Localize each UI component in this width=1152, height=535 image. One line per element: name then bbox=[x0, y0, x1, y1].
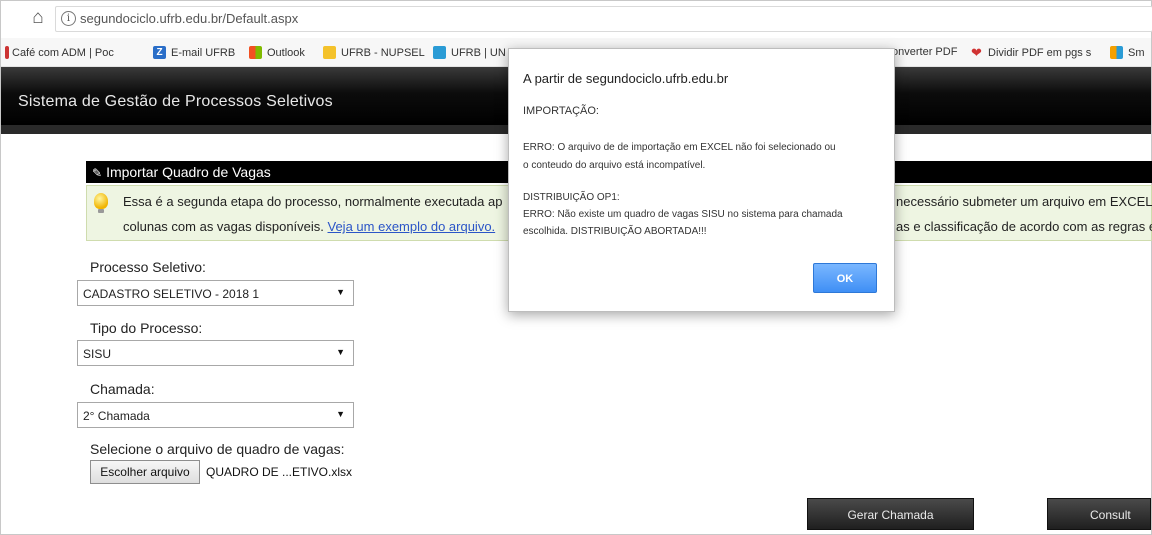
arquivo-label: Selecione o arquivo de quadro de vagas: bbox=[90, 441, 345, 457]
bookmark-label: onverter PDF bbox=[892, 46, 958, 58]
chevron-down-icon: ▼ bbox=[336, 347, 345, 357]
bookmark-label: UFRB | UN bbox=[451, 46, 506, 59]
processo-seletivo-select[interactable]: CADASTRO SELETIVO - 2018 1 ▼ bbox=[77, 280, 354, 306]
info-text-line2-text: colunas com as vagas disponíveis. bbox=[123, 219, 328, 234]
tipo-processo-label: Tipo do Processo: bbox=[90, 320, 203, 336]
alert-dialog: A partir de segundociclo.ufrb.edu.br IMP… bbox=[508, 48, 895, 312]
bookmark-label: Café com ADM | Poc bbox=[12, 46, 114, 59]
info-text-line1-right: necessário submeter um arquivo em EXCEL bbox=[896, 194, 1152, 209]
selected-file-name: QUADRO DE ...ETIVO.xlsx bbox=[206, 465, 353, 479]
bookmark-favicon-icon bbox=[5, 46, 9, 59]
bookmark-label: Sm bbox=[1128, 46, 1145, 59]
home-icon[interactable]: ⌂ bbox=[27, 7, 49, 29]
bookmark-dividir-pdf[interactable]: ❤ Dividir PDF em pgs s bbox=[970, 46, 1091, 59]
bookmark-converter-pdf[interactable]: onverter PDF bbox=[892, 46, 957, 58]
tipo-processo-select[interactable]: SISU ▼ bbox=[77, 340, 354, 366]
gerar-chamada-button[interactable]: Gerar Chamada bbox=[807, 498, 974, 530]
tipo-processo-value: SISU bbox=[83, 347, 112, 361]
example-file-link[interactable]: Veja um exemplo do arquivo. bbox=[328, 219, 496, 234]
dialog-message-line: DISTRIBUIÇÃO OP1: bbox=[523, 192, 620, 203]
processo-seletivo-value: CADASTRO SELETIVO - 2018 1 bbox=[83, 287, 260, 301]
info-text-line2: colunas com as vagas disponíveis. Veja u… bbox=[123, 219, 495, 234]
chamada-label: Chamada: bbox=[90, 381, 155, 397]
chamada-value: 2° Chamada bbox=[83, 409, 150, 423]
dialog-message-line: o conteudo do arquivo está incompatível. bbox=[523, 160, 706, 171]
dialog-message-line: ERRO: Não existe um quadro de vagas SISU… bbox=[523, 209, 843, 220]
address-bar-row: ⌂ i segundociclo.ufrb.edu.br/Default.asp… bbox=[1, 1, 1152, 37]
chevron-down-icon: ▼ bbox=[336, 287, 345, 297]
bookmark-ufrb-nupsel[interactable]: UFRB - NUPSEL bbox=[323, 46, 425, 59]
processo-seletivo-label: Processo Seletivo: bbox=[90, 259, 206, 275]
dialog-message-line: IMPORTAÇÃO: bbox=[523, 105, 599, 117]
bookmark-outlook[interactable]: Outlook bbox=[249, 46, 305, 59]
zimbra-icon: Z bbox=[153, 46, 166, 59]
bookmark-label: E-mail UFRB bbox=[171, 46, 236, 59]
app-title: Sistema de Gestão de Processos Seletivos bbox=[18, 93, 333, 110]
bookmark-ufrb-un[interactable]: UFRB | UN bbox=[433, 46, 506, 59]
bookmark-label: Dividir PDF em pgs s bbox=[988, 46, 1092, 59]
bookmark-email-ufrb[interactable]: Z E-mail UFRB bbox=[153, 46, 235, 59]
chevron-down-icon: ▼ bbox=[336, 409, 345, 419]
dialog-message-line: ERRO: O arquivo de de importação em EXCE… bbox=[523, 142, 836, 153]
url-text: segundociclo.ufrb.edu.br/Default.aspx bbox=[80, 11, 299, 26]
bookmark-label: UFRB - NUPSEL bbox=[341, 46, 425, 59]
folder-icon bbox=[323, 46, 336, 59]
bookmark-sm[interactable]: Sm bbox=[1110, 46, 1145, 59]
heart-icon: ❤ bbox=[971, 45, 982, 60]
bookmark-cafe-com-adm[interactable]: Café com ADM | Poc bbox=[5, 46, 114, 59]
choose-file-button[interactable]: Escolher arquivo bbox=[90, 460, 200, 484]
info-text-line1: Essa é a segunda etapa do processo, norm… bbox=[123, 194, 503, 209]
lightbulb-icon bbox=[94, 193, 108, 213]
ok-button[interactable]: OK bbox=[813, 263, 877, 293]
chamada-select[interactable]: 2° Chamada ▼ bbox=[77, 402, 354, 428]
dialog-title: A partir de segundociclo.ufrb.edu.br bbox=[523, 71, 729, 86]
info-icon[interactable]: i bbox=[61, 11, 76, 26]
pencil-icon: ✎ bbox=[92, 166, 103, 180]
consultar-button[interactable]: Consult bbox=[1047, 498, 1151, 530]
smallpdf-icon bbox=[1110, 46, 1123, 59]
ufrb-icon bbox=[433, 46, 446, 59]
info-text-line2-right: as e classificação de acordo com as regr… bbox=[896, 219, 1152, 234]
panel-title: Importar Quadro de Vagas bbox=[106, 164, 271, 180]
bookmark-label: Outlook bbox=[267, 46, 305, 59]
dialog-message-line: escolhida. DISTRIBUIÇÃO ABORTADA!!! bbox=[523, 226, 707, 237]
outlook-icon bbox=[249, 46, 262, 59]
url-field[interactable]: i segundociclo.ufrb.edu.br/Default.aspx bbox=[55, 6, 1152, 32]
